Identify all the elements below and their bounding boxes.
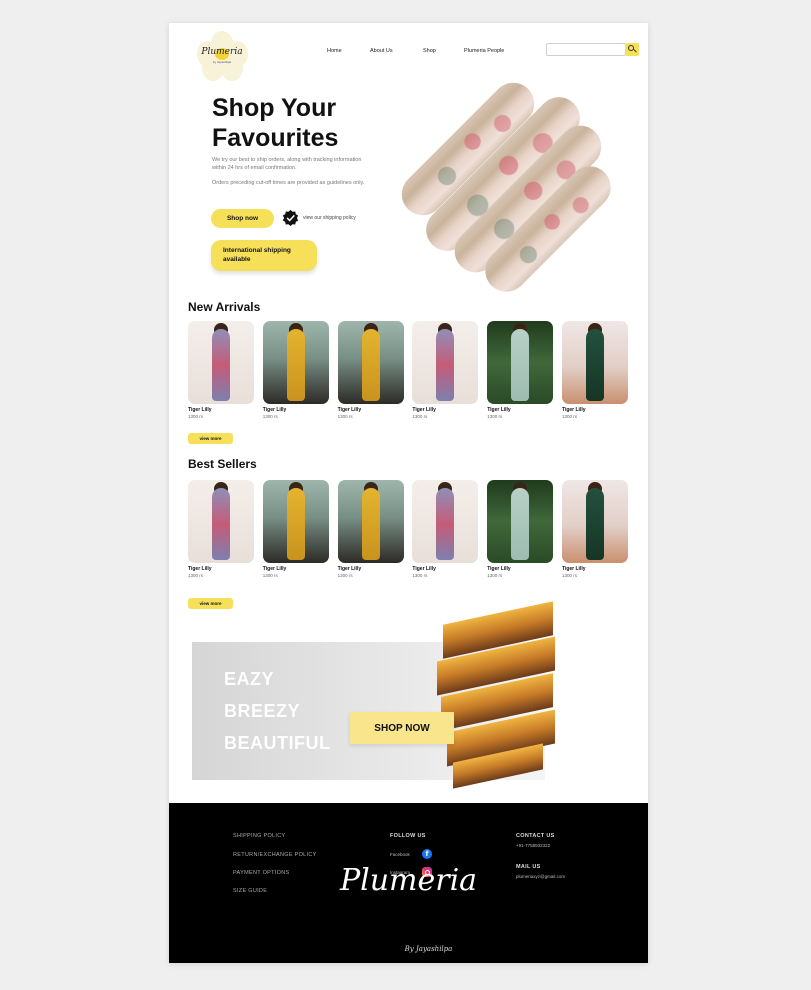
product-price: 1300 rs — [412, 414, 428, 419]
nav-about-us[interactable]: About Us — [370, 48, 393, 54]
product-image — [487, 321, 554, 404]
product-image — [412, 321, 479, 404]
product-image — [487, 480, 554, 563]
product-name: Tiger Lilly — [487, 407, 511, 413]
search-icon-handle — [633, 48, 637, 53]
footer-contact-title: CONTACT US — [516, 833, 555, 839]
product-price: 1300 rs — [188, 573, 204, 578]
product-image — [337, 321, 404, 404]
nav-plumeria-people[interactable]: Plumeria People — [464, 48, 504, 54]
footer-follow-title: FOLLOW US — [390, 833, 426, 839]
product-card[interactable]: Tiger Lilly 1300 rs — [561, 321, 628, 419]
product-card[interactable]: Tiger Lilly 1300 rs — [337, 321, 404, 419]
new-arrivals-list: Tiger Lilly 1300 rs Tiger Lilly 1300 rs … — [188, 321, 628, 419]
search-button[interactable] — [625, 43, 639, 56]
promo-line-beautiful: BEAUTIFUL — [224, 733, 331, 753]
product-price: 1300 rs — [487, 573, 503, 578]
verified-badge-icon — [282, 209, 299, 226]
product-name: Tiger Lilly — [188, 407, 212, 413]
hero-title: Shop Your Favourites — [212, 93, 338, 153]
product-price: 1300 rs — [337, 573, 353, 578]
product-price: 1300 rs — [188, 414, 204, 419]
logo-text: Plumeria — [201, 47, 243, 57]
footer-brand-subtitle: By Jayashilpa — [404, 945, 453, 953]
promo-line-breezy: BREEZY — [224, 701, 301, 721]
product-card[interactable]: Tiger Lilly 1300 rs — [188, 321, 254, 419]
shop-now-button[interactable]: Shop now — [211, 209, 274, 228]
facebook-icon[interactable]: f — [422, 849, 432, 859]
logo-subtext: by Jayashilpa — [212, 60, 232, 64]
product-name: Tiger Lilly — [188, 566, 212, 572]
product-name: Tiger Lilly — [487, 566, 511, 572]
product-card[interactable]: Tiger Lilly 1300 rs — [337, 480, 404, 578]
product-name: Tiger Lilly — [412, 566, 436, 572]
product-image — [188, 321, 254, 404]
footer-facebook-link[interactable]: Facebook — [390, 852, 410, 857]
product-card[interactable]: Tiger Lilly 1300 rs — [412, 480, 479, 578]
best-sellers-title: Best Sellers — [188, 457, 257, 471]
promo-shop-now-button[interactable]: SHOP NOW — [350, 712, 454, 744]
product-price: 1300 rs — [487, 414, 503, 419]
product-price: 1300 rs — [412, 573, 428, 578]
product-name: Tiger Lilly — [262, 407, 287, 413]
product-card[interactable]: Tiger Lilly 1300 rs — [561, 480, 628, 578]
product-image — [412, 480, 479, 563]
nav-shop[interactable]: Shop — [423, 48, 436, 54]
product-image — [262, 321, 329, 404]
footer-brand-logo: Plumeria — [339, 863, 478, 898]
product-card[interactable]: Tiger Lilly 1300 rs — [487, 321, 554, 419]
product-name: Tiger Lilly — [412, 407, 436, 413]
promo-line-eazy: EAZY — [224, 669, 275, 689]
footer-return-policy-link[interactable]: RETURN/EXCHANGE POLICY — [233, 852, 317, 858]
hero-cutoff-text: Orders preceding cut-off times are provi… — [212, 180, 365, 186]
product-image — [337, 480, 404, 563]
product-card[interactable]: Tiger Lilly 1300 rs — [412, 321, 479, 419]
hero-title-line2: Favourites — [212, 124, 339, 152]
search-input[interactable] — [546, 43, 626, 56]
hero-image — [393, 58, 623, 301]
best-sellers-list: Tiger Lilly 1300 rs Tiger Lilly 1300 rs … — [188, 480, 628, 578]
new-arrivals-view-more-button[interactable]: view more — [188, 433, 233, 444]
logo[interactable]: Plumeria by Jayashilpa — [195, 31, 249, 81]
footer-shipping-policy-link[interactable]: SHIPPING POLICY — [233, 833, 286, 839]
product-image — [262, 480, 329, 563]
view-shipping-policy-link[interactable]: view our shipping policy — [303, 215, 356, 221]
promo-image — [435, 601, 565, 789]
product-name: Tiger Lilly — [561, 566, 586, 572]
product-price: 1300 rs — [262, 573, 278, 578]
hero-title-line1: Shop Your — [212, 94, 337, 122]
product-name: Tiger Lilly — [337, 407, 362, 413]
product-name: Tiger Lilly — [262, 566, 287, 572]
product-card[interactable]: Tiger Lilly 1300 rs — [487, 480, 554, 578]
product-image — [188, 480, 254, 563]
best-sellers-view-more-button[interactable]: view more — [188, 598, 233, 609]
product-card[interactable]: Tiger Lilly 1300 rs — [262, 321, 329, 419]
product-price: 1300 rs — [262, 414, 278, 419]
landing-page: Plumeria by Jayashilpa Home About Us Sho… — [169, 23, 648, 963]
product-image — [561, 321, 628, 404]
product-name: Tiger Lilly — [561, 407, 586, 413]
hero-shipping-text: We try our best to ship orders, along wi… — [212, 157, 362, 171]
new-arrivals-title: New Arrivals — [188, 300, 261, 314]
footer-phone: +91-7758932322 — [516, 843, 551, 848]
nav-home[interactable]: Home — [327, 48, 342, 54]
product-image — [561, 480, 628, 563]
product-name: Tiger Lilly — [337, 566, 362, 572]
product-card[interactable]: Tiger Lilly 1300 rs — [188, 480, 254, 578]
product-card[interactable]: Tiger Lilly 1300 rs — [262, 480, 329, 578]
product-price: 1300 rs — [561, 573, 577, 578]
international-shipping-badge: International shipping available — [211, 240, 317, 271]
product-price: 1300 rs — [561, 414, 577, 419]
product-price: 1300 rs — [337, 414, 353, 419]
